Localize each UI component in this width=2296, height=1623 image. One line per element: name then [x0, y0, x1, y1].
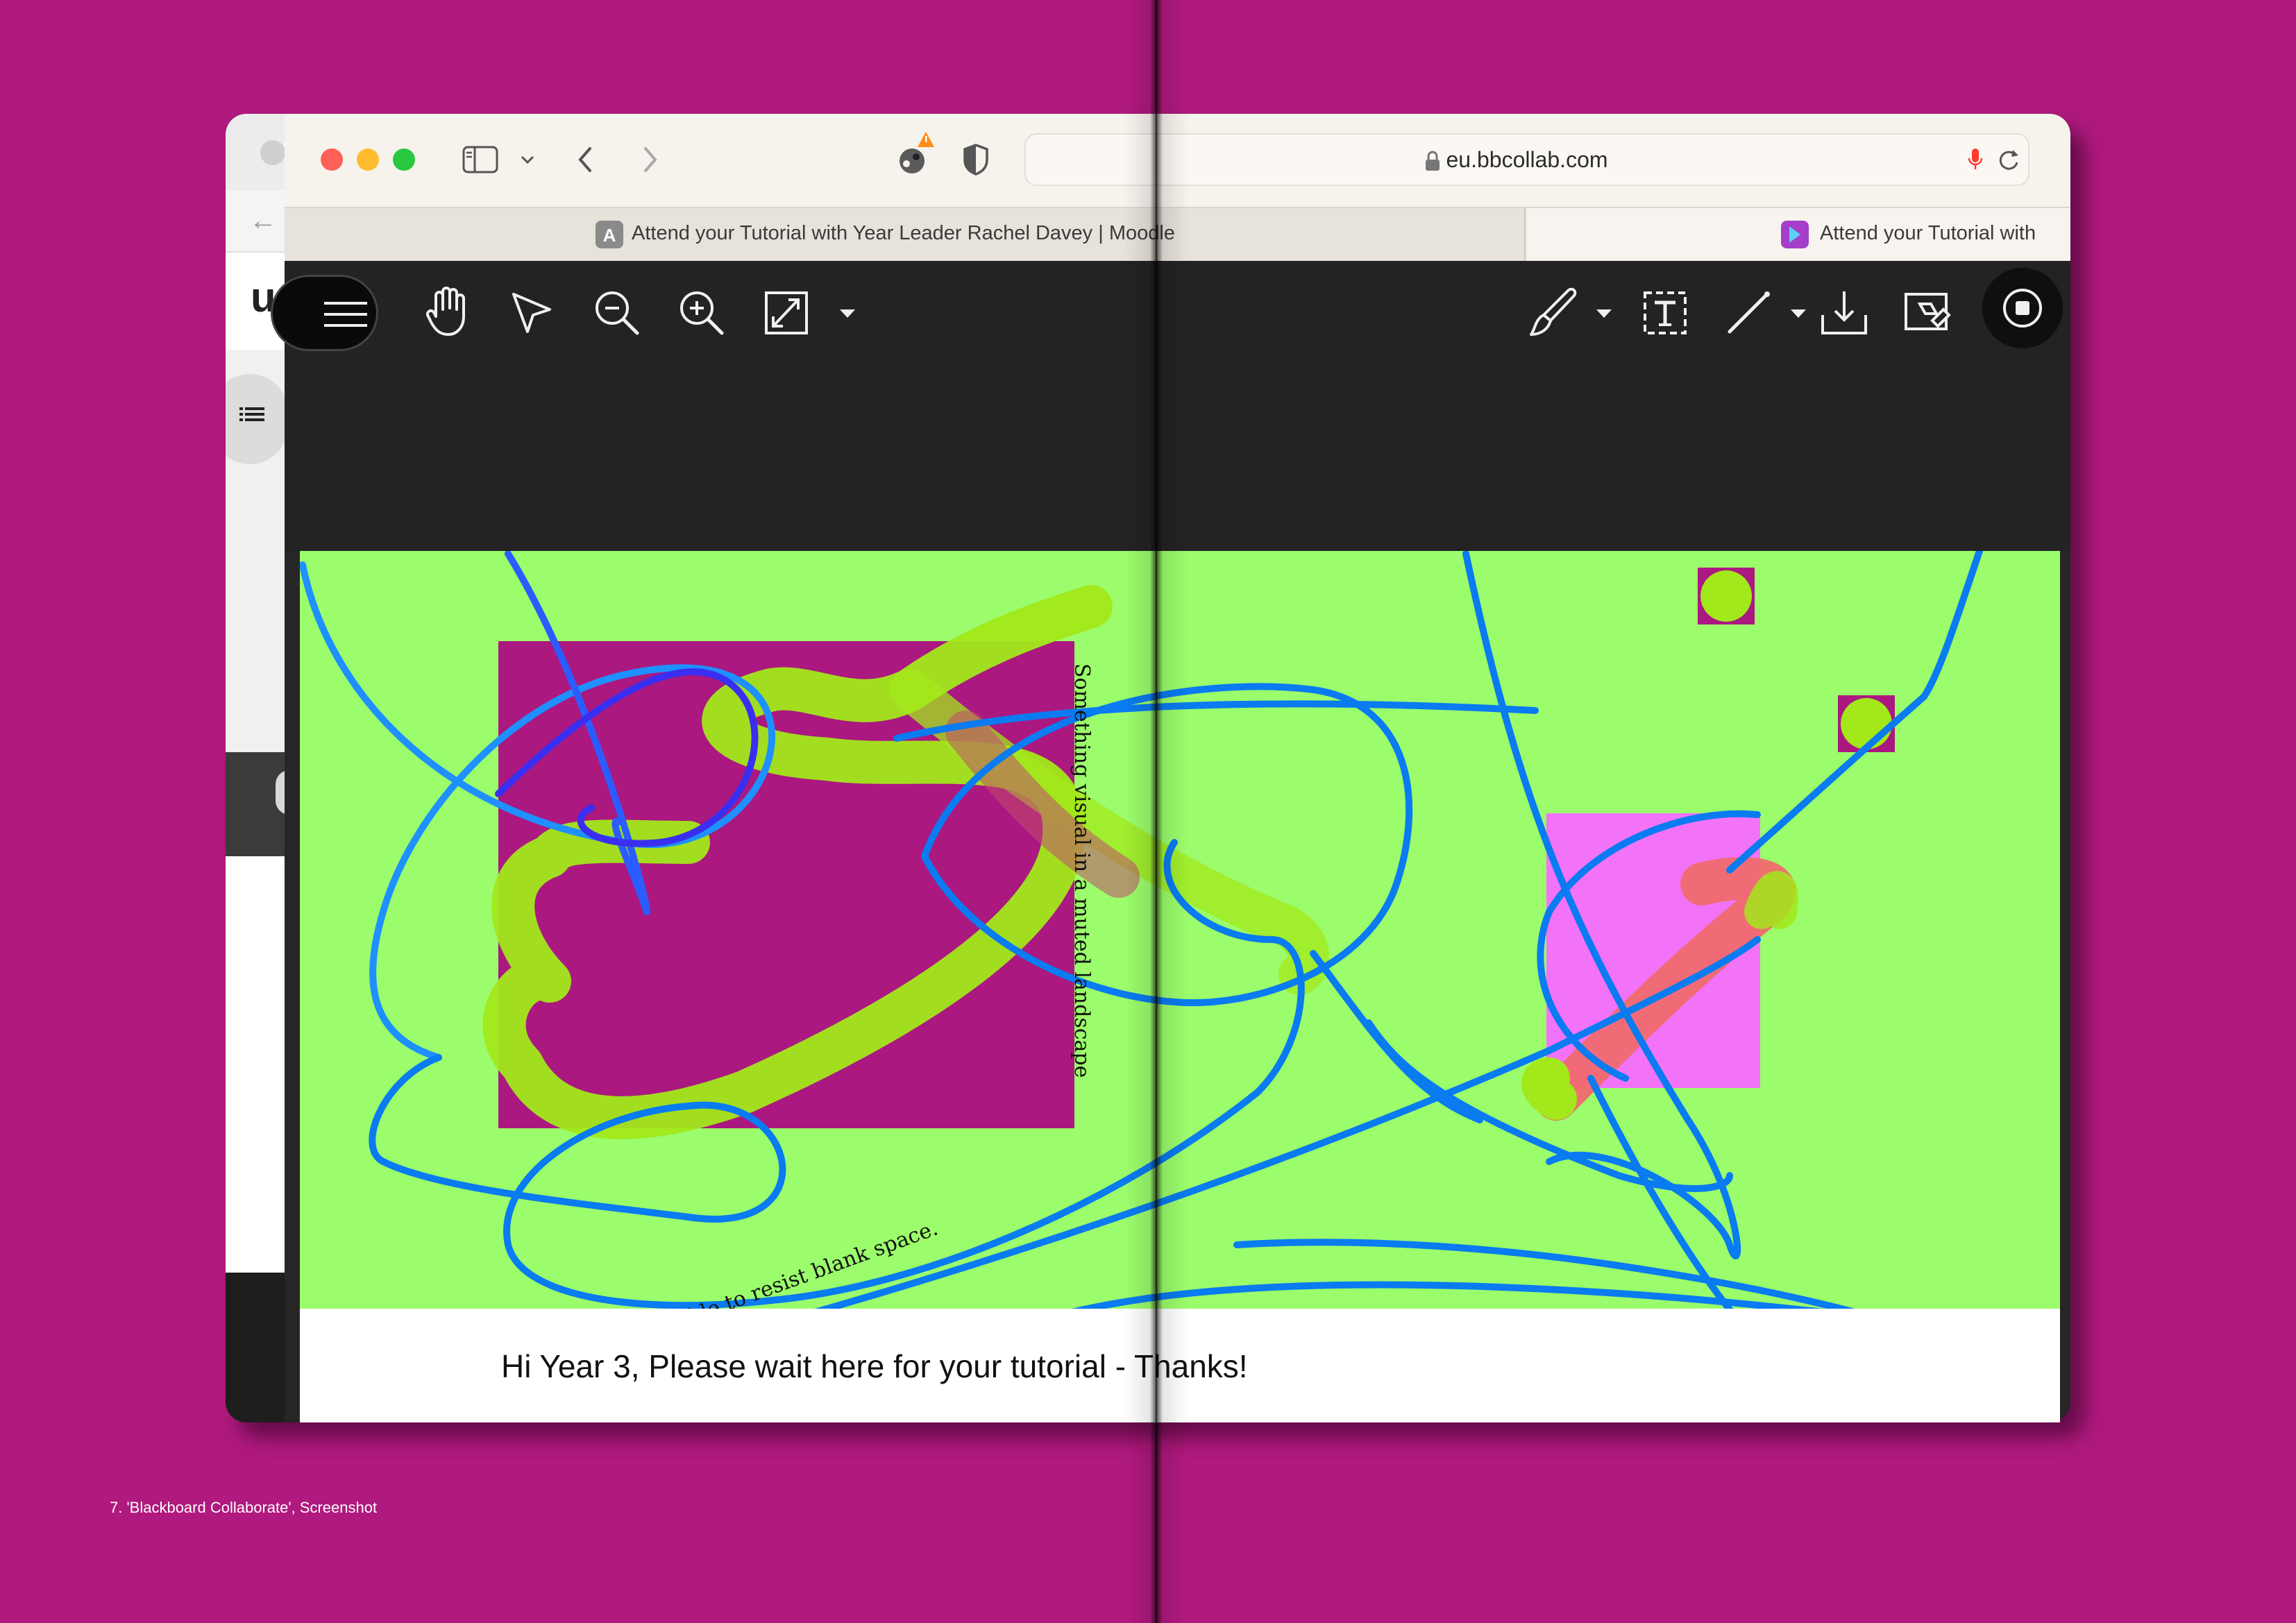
screenshot-window: ← ua [226, 114, 2070, 1422]
vertical-annotation-text: Something visual in a muted landscape [1070, 663, 1094, 1078]
tab-collaborate[interactable]: Attend your Tutorial with [1527, 208, 2070, 261]
reload-icon[interactable] [1998, 147, 2021, 173]
tab-label: Attend your Tutorial with Year Leader Ra… [632, 222, 1175, 244]
small-circle-right [1841, 698, 1892, 749]
chevron-down-icon[interactable] [1788, 307, 1809, 321]
minimize-window-button[interactable] [357, 148, 379, 171]
chevron-down-icon[interactable] [1594, 307, 1614, 321]
fit-to-screen-icon[interactable] [763, 290, 809, 336]
download-icon[interactable] [1818, 287, 1870, 339]
back-icon[interactable] [575, 144, 596, 175]
collaborate-favicon-icon [1781, 221, 1809, 248]
pen-brush-icon[interactable] [1527, 284, 1578, 340]
eraser-icon[interactable] [1902, 287, 1953, 339]
zoom-window-button[interactable] [393, 148, 415, 171]
collaborate-toolbar [271, 261, 2070, 551]
footer-message: Hi Year 3, Please wait here for your tut… [501, 1348, 1248, 1384]
tab-bar: A Attend your Tutorial with Year Leader … [285, 207, 2070, 261]
text-tool-icon[interactable] [1641, 289, 1689, 337]
stop-share-icon [2003, 289, 2042, 328]
list-icon[interactable] [238, 402, 266, 430]
address-bar[interactable]: eu.bbcollab.com [1024, 133, 2029, 186]
stop-share-button[interactable] [1982, 268, 2063, 348]
whiteboard-drawing[interactable] [300, 551, 2060, 1422]
url-text: eu.bbcollab.com [1446, 147, 1608, 172]
tab-label: Attend your Tutorial with [1820, 222, 2036, 244]
window-control-dot[interactable] [260, 140, 285, 165]
pointer-select-icon[interactable] [508, 289, 555, 336]
browser-window: eu.bbcollab.com A Attend your Tutorial w… [271, 114, 2070, 1422]
chevron-down-icon[interactable] [837, 307, 858, 321]
forward-icon[interactable] [640, 144, 661, 175]
close-window-button[interactable] [321, 148, 343, 171]
sidebar-toggle-icon[interactable] [462, 146, 498, 173]
title-bar: eu.bbcollab.com [285, 114, 2070, 207]
menu-button[interactable] [271, 275, 378, 351]
shield-icon[interactable] [962, 143, 990, 176]
line-tool-icon[interactable] [1724, 289, 1773, 337]
privacy-report-icon[interactable] [894, 129, 940, 182]
small-circle-top [1700, 570, 1752, 622]
moodle-favicon-icon: A [596, 221, 623, 248]
hand-pan-icon[interactable] [423, 284, 472, 337]
back-arrow-icon[interactable]: ← [249, 207, 277, 235]
figure-caption: 7. 'Blackboard Collaborate', Screenshot [110, 1499, 378, 1516]
chevron-down-icon[interactable] [519, 154, 536, 167]
zoom-out-icon[interactable] [593, 289, 641, 337]
menu-icon [324, 302, 367, 327]
whiteboard-canvas[interactable]: Something visual in a muted landscape Pa… [300, 551, 2060, 1422]
zoom-in-icon[interactable] [677, 289, 726, 337]
microphone-icon[interactable] [1967, 147, 1984, 173]
tab-moodle[interactable]: A Attend your Tutorial with Year Leader … [285, 208, 1526, 261]
